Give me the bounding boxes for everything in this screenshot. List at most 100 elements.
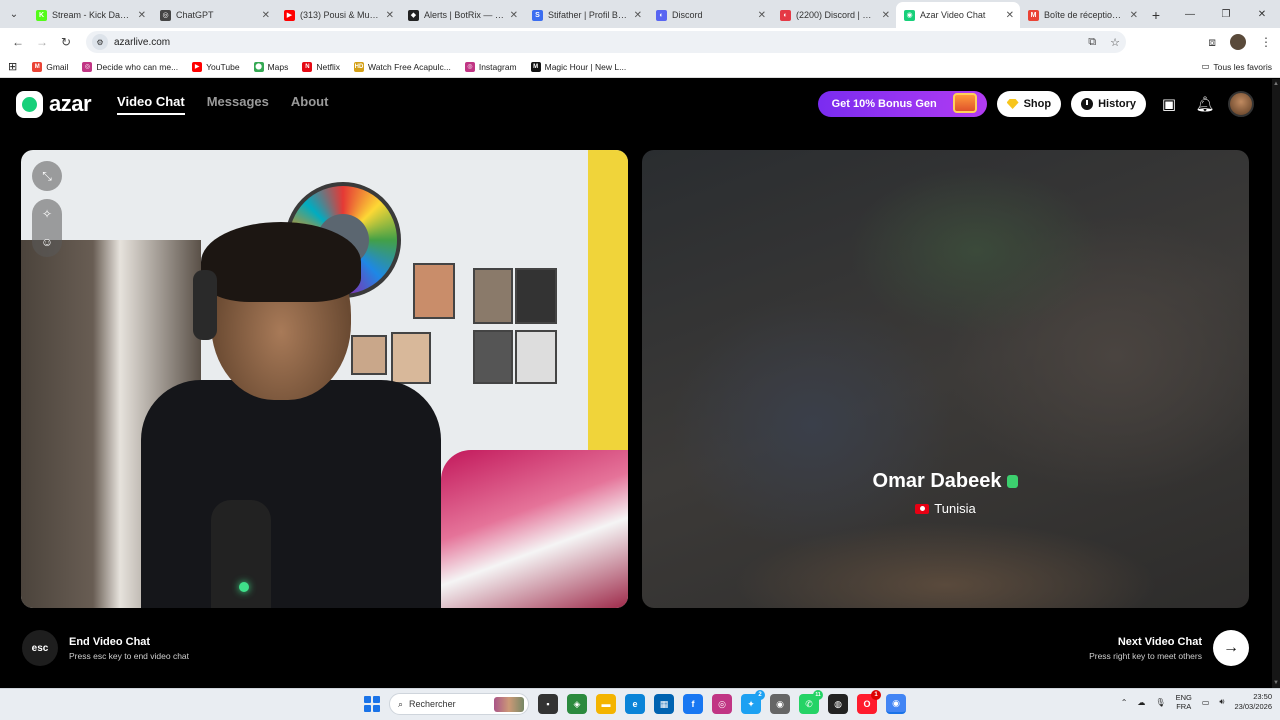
browser-tab[interactable]: ◐ Discord ✕ bbox=[648, 2, 772, 28]
end-video-chat-control[interactable]: esc End Video Chat Press esc key to end … bbox=[22, 630, 189, 666]
search-icon: ⌕ bbox=[398, 698, 404, 709]
scroll-down-icon[interactable]: ▼ bbox=[1272, 680, 1280, 686]
bookmark-item[interactable]: N Netflix bbox=[297, 61, 345, 72]
browser-tab[interactable]: ◐ (2200) Discord | Frie ✕ bbox=[772, 2, 896, 28]
extensions-icon[interactable]: ⧈ bbox=[1208, 35, 1216, 50]
bookmark-item[interactable]: M Magic Hour | New L... bbox=[526, 61, 632, 72]
store-icon[interactable]: ▦ bbox=[654, 694, 674, 714]
tab-close-icon[interactable]: ✕ bbox=[758, 10, 766, 21]
inbox-icon[interactable]: ▣ bbox=[1156, 91, 1182, 117]
bookmark-star-icon[interactable]: ☆ bbox=[1110, 36, 1120, 49]
tab-close-icon[interactable]: ✕ bbox=[386, 10, 394, 21]
bookmark-favicon-icon: ⬤ bbox=[253, 61, 264, 72]
browser-tab[interactable]: ◉ Azar Video Chat ✕ bbox=[896, 2, 1020, 28]
file-explorer-icon[interactable]: ▬ bbox=[596, 694, 616, 714]
tab-favicon-icon: ▶ bbox=[284, 9, 295, 21]
forward-icon[interactable]: → bbox=[30, 31, 54, 53]
all-bookmarks[interactable]: ▭ Tous les favoris bbox=[1201, 61, 1272, 72]
windows-taskbar: ⌕ Rechercher ▪ ◈ ▬ e ▦ f ◎ ✦ 2 ◉ ✆ 11 ◍ O1… bbox=[0, 688, 1280, 720]
tab-close-icon[interactable]: ✕ bbox=[138, 10, 146, 21]
copilot-icon[interactable]: ◈ bbox=[567, 694, 587, 714]
tab-close-icon[interactable]: ✕ bbox=[634, 10, 642, 21]
search-highlight-image bbox=[494, 697, 524, 712]
onedrive-icon[interactable]: ☁ bbox=[1137, 698, 1145, 707]
user-avatar[interactable] bbox=[1228, 91, 1254, 117]
opera-icon[interactable]: O1 bbox=[857, 690, 881, 714]
install-app-icon[interactable]: ⧉ bbox=[1088, 36, 1096, 49]
mic-tray-icon[interactable]: 🎙︎ bbox=[1155, 698, 1165, 707]
tab-favicon-icon: ◆ bbox=[408, 9, 419, 21]
nav-about[interactable]: About bbox=[291, 94, 329, 115]
next-video-chat-control[interactable]: Next Video Chat Press right key to meet … bbox=[1089, 630, 1249, 666]
apps-grid-icon[interactable]: ⊞ bbox=[8, 60, 17, 73]
taskbar-search[interactable]: ⌕ Rechercher bbox=[389, 693, 529, 715]
new-tab-button[interactable]: + bbox=[1144, 2, 1168, 28]
tunisia-flag-icon bbox=[915, 503, 930, 514]
mic-led bbox=[239, 582, 249, 592]
camera-icon[interactable]: ◉ bbox=[770, 694, 790, 714]
nav-messages[interactable]: Messages bbox=[207, 94, 269, 115]
tab-close-icon[interactable]: ✕ bbox=[882, 10, 890, 21]
face-filter-icon[interactable]: ☺ bbox=[38, 233, 56, 251]
site-info-icon[interactable]: ⚙ bbox=[92, 34, 108, 50]
tab-close-icon[interactable]: ✕ bbox=[1006, 10, 1014, 21]
tab-favicon-icon: ◐ bbox=[780, 9, 791, 21]
browser-menu-icon[interactable]: ⋮ bbox=[1260, 35, 1272, 49]
peer-country: Tunisia bbox=[934, 501, 976, 516]
bookmark-item[interactable]: ⬤ Maps bbox=[249, 61, 294, 72]
browser-tab[interactable]: ▶ (313) Pousi & Muslim ✕ bbox=[276, 2, 400, 28]
browser-profile-avatar[interactable] bbox=[1230, 34, 1246, 50]
page-scrollbar[interactable]: ▲ ▼ bbox=[1272, 79, 1280, 688]
tab-favicon-icon: K bbox=[36, 9, 47, 21]
bell-icon[interactable]: 🔔︎ bbox=[1192, 91, 1218, 117]
tweetdeck-icon[interactable]: ✦ 2 bbox=[741, 690, 765, 714]
nav-video-chat[interactable]: Video Chat bbox=[117, 94, 185, 115]
history-button[interactable]: History bbox=[1071, 91, 1146, 117]
bookmark-item[interactable]: ◎ Instagram bbox=[460, 61, 522, 72]
bookmark-item[interactable]: ◎ Decide who can me... bbox=[77, 61, 183, 72]
obs-icon[interactable]: ◍ bbox=[828, 694, 848, 714]
volume-icon[interactable]: 🔊︎ bbox=[1219, 697, 1224, 707]
bonus-gem-button[interactable]: Get 10% Bonus Gen bbox=[817, 91, 987, 117]
chrome-icon[interactable]: ◉ bbox=[886, 694, 906, 714]
tab-close-icon[interactable]: ✕ bbox=[1130, 10, 1138, 21]
magic-wand-icon[interactable]: ✧ bbox=[38, 205, 56, 223]
bookmark-item[interactable]: ▶ YouTube bbox=[187, 61, 244, 72]
shop-button[interactable]: Shop bbox=[996, 91, 1062, 117]
bookmark-item[interactable]: HD Watch Free Acapulc... bbox=[349, 61, 456, 72]
all-bookmarks-label: Tous les favoris bbox=[1213, 61, 1272, 72]
browser-tab[interactable]: K Stream - Kick Dashbo ✕ bbox=[28, 2, 152, 28]
bookmark-favicon-icon: ▶ bbox=[192, 61, 203, 72]
minimize-icon[interactable]: — bbox=[1172, 0, 1208, 28]
tray-overflow-icon[interactable]: ⌃ bbox=[1121, 698, 1128, 707]
browser-tab[interactable]: M Boîte de réception (3 ✕ bbox=[1020, 2, 1144, 28]
task-view-icon[interactable]: ▪ bbox=[538, 694, 558, 714]
scroll-up-icon[interactable]: ▲ bbox=[1272, 81, 1280, 87]
azar-logo[interactable]: azar bbox=[16, 90, 92, 118]
restore-icon[interactable]: ❐ bbox=[1208, 0, 1244, 28]
tab-search-icon[interactable]: ⌄ bbox=[0, 0, 28, 28]
next-arrow-icon[interactable]: → bbox=[1213, 630, 1249, 666]
browser-tab[interactable]: ◎ ChatGPT ✕ bbox=[152, 2, 276, 28]
facebook-icon[interactable]: f bbox=[683, 694, 703, 714]
tab-close-icon[interactable]: ✕ bbox=[510, 10, 518, 21]
browser-tab[interactable]: ◆ Alerts | BotRix — Clo ✕ bbox=[400, 2, 524, 28]
back-icon[interactable]: ← bbox=[6, 31, 30, 53]
network-icon[interactable]: ▭ bbox=[1202, 698, 1210, 707]
close-window-icon[interactable]: ✕ bbox=[1244, 0, 1280, 28]
tab-close-icon[interactable]: ✕ bbox=[262, 10, 270, 21]
bookmark-item[interactable]: M Gmail bbox=[27, 61, 73, 72]
instagram-icon[interactable]: ◎ bbox=[712, 694, 732, 714]
browser-tab[interactable]: S Stifather | Profil Bakch ✕ bbox=[524, 2, 648, 28]
windows-start-icon[interactable] bbox=[364, 696, 380, 712]
taskbar-clock[interactable]: 23:50 23/03/2026 bbox=[1234, 692, 1272, 712]
address-bar[interactable]: ⚙ azarlive.com ⧉ ☆ bbox=[86, 31, 1126, 53]
reload-icon[interactable]: ↻ bbox=[54, 31, 78, 53]
whatsapp-icon[interactable]: ✆ 11 bbox=[799, 690, 823, 714]
minimize-view-icon[interactable]: ⤡ bbox=[32, 161, 62, 191]
bookmark-favicon-icon: N bbox=[302, 61, 313, 72]
language-indicator[interactable]: ENG FRA bbox=[1176, 693, 1192, 711]
edge-icon[interactable]: e bbox=[625, 694, 645, 714]
bookmark-label: Gmail bbox=[46, 61, 69, 72]
esc-key-button[interactable]: esc bbox=[22, 630, 58, 666]
